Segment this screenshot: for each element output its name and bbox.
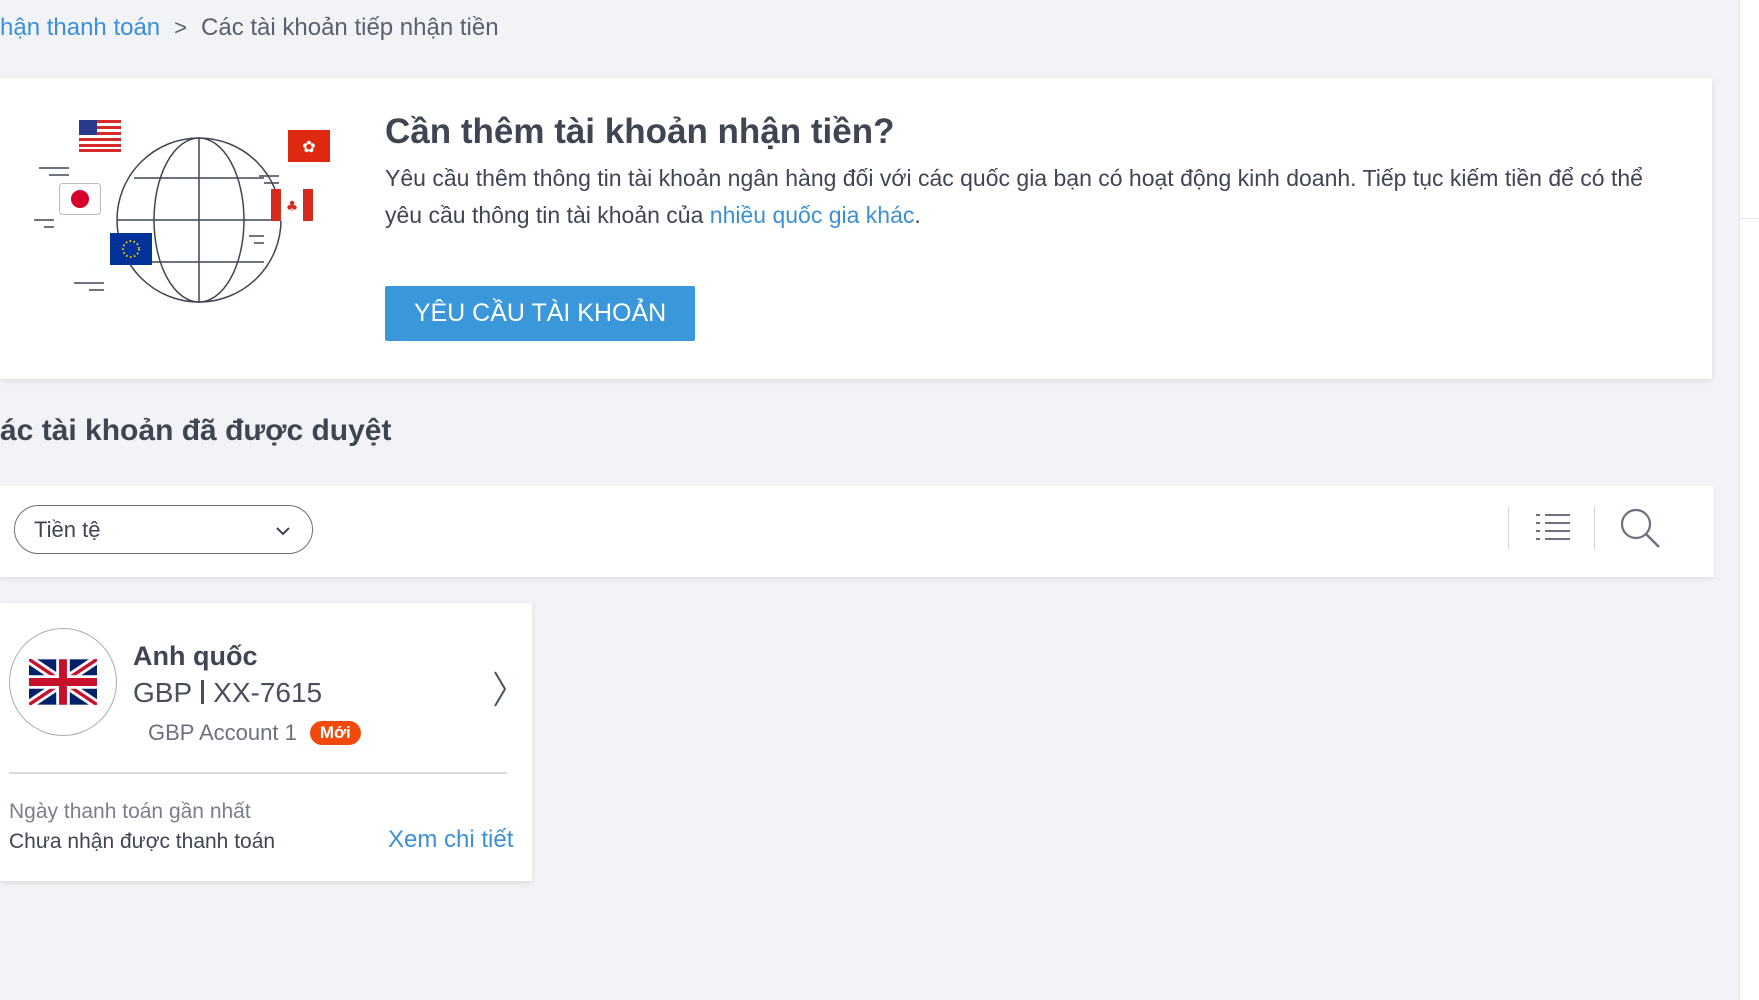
card-divider [9, 772, 507, 774]
svg-text:♣: ♣ [286, 199, 299, 215]
breadcrumb-separator: > [174, 15, 188, 40]
account-name: GBP Account 1 [148, 720, 297, 745]
breadcrumb-parent-link[interactable]: hận thanh toán [0, 14, 160, 42]
chevron-right-icon[interactable] [492, 669, 508, 709]
japan-flag-icon [59, 183, 101, 215]
account-number-row: GBP XX-7615 [133, 677, 322, 709]
scrollbar-track[interactable] [1739, 0, 1759, 1000]
last-payment-value: Chưa nhận được thanh toán [9, 830, 276, 853]
promo-description: Yêu cầu thêm thông tin tài khoản ngân hà… [385, 160, 1675, 234]
toolbar-divider [1594, 506, 1595, 550]
hong-kong-flag-icon: ✿ [288, 130, 330, 162]
account-country: Anh quốc [133, 641, 258, 671]
breadcrumb-current: Các tài khoản tiếp nhận tiền [201, 14, 499, 41]
toolbar-divider [1508, 506, 1509, 550]
new-badge: Mới [309, 721, 361, 745]
promo-description-end: . [914, 202, 921, 228]
more-countries-link[interactable]: nhiều quốc gia khác [710, 202, 915, 228]
us-flag-icon [79, 120, 121, 152]
uk-flag-icon [29, 659, 97, 705]
request-account-card: ✿ ♣ Cần thêm tài khoản nhận tiền? Yêu cầ… [0, 78, 1712, 379]
filter-bar: Tiền tệ [0, 486, 1714, 577]
svg-text:✿: ✿ [302, 137, 315, 156]
account-card[interactable]: Anh quốc GBP XX-7615 GBP Account 1 Mới Ng… [0, 603, 532, 881]
eu-flag-icon [110, 233, 152, 265]
promo-title: Cần thêm tài khoản nhận tiền? [385, 112, 895, 151]
breadcrumb: hận thanh toán > Các tài khoản tiếp nhận… [0, 12, 499, 44]
request-account-button[interactable]: YÊU CẦU TÀI KHOẢN [385, 286, 695, 341]
scrollbar-divider [1739, 218, 1759, 219]
view-details-link[interactable]: Xem chi tiết [388, 826, 513, 854]
account-number: XX-7615 [213, 677, 323, 708]
account-name-row: GBP Account 1 Mới [148, 720, 361, 746]
currency-select[interactable]: Tiền tệ [14, 505, 313, 554]
account-currency: GBP [133, 677, 193, 708]
pipe-separator [201, 680, 205, 704]
currency-select-label: Tiền tệ [34, 516, 101, 542]
canada-flag-icon: ♣ [271, 189, 313, 221]
promo-description-text: Yêu cầu thêm thông tin tài khoản ngân hà… [385, 165, 1643, 228]
chevron-down-icon [276, 527, 290, 536]
search-icon[interactable] [1619, 507, 1661, 549]
list-view-icon[interactable] [1534, 509, 1572, 547]
approved-accounts-title: ác tài khoản đã được duyệt [0, 414, 392, 447]
last-payment-label: Ngày thanh toán gần nhất [9, 800, 251, 823]
flag-avatar [9, 628, 117, 736]
